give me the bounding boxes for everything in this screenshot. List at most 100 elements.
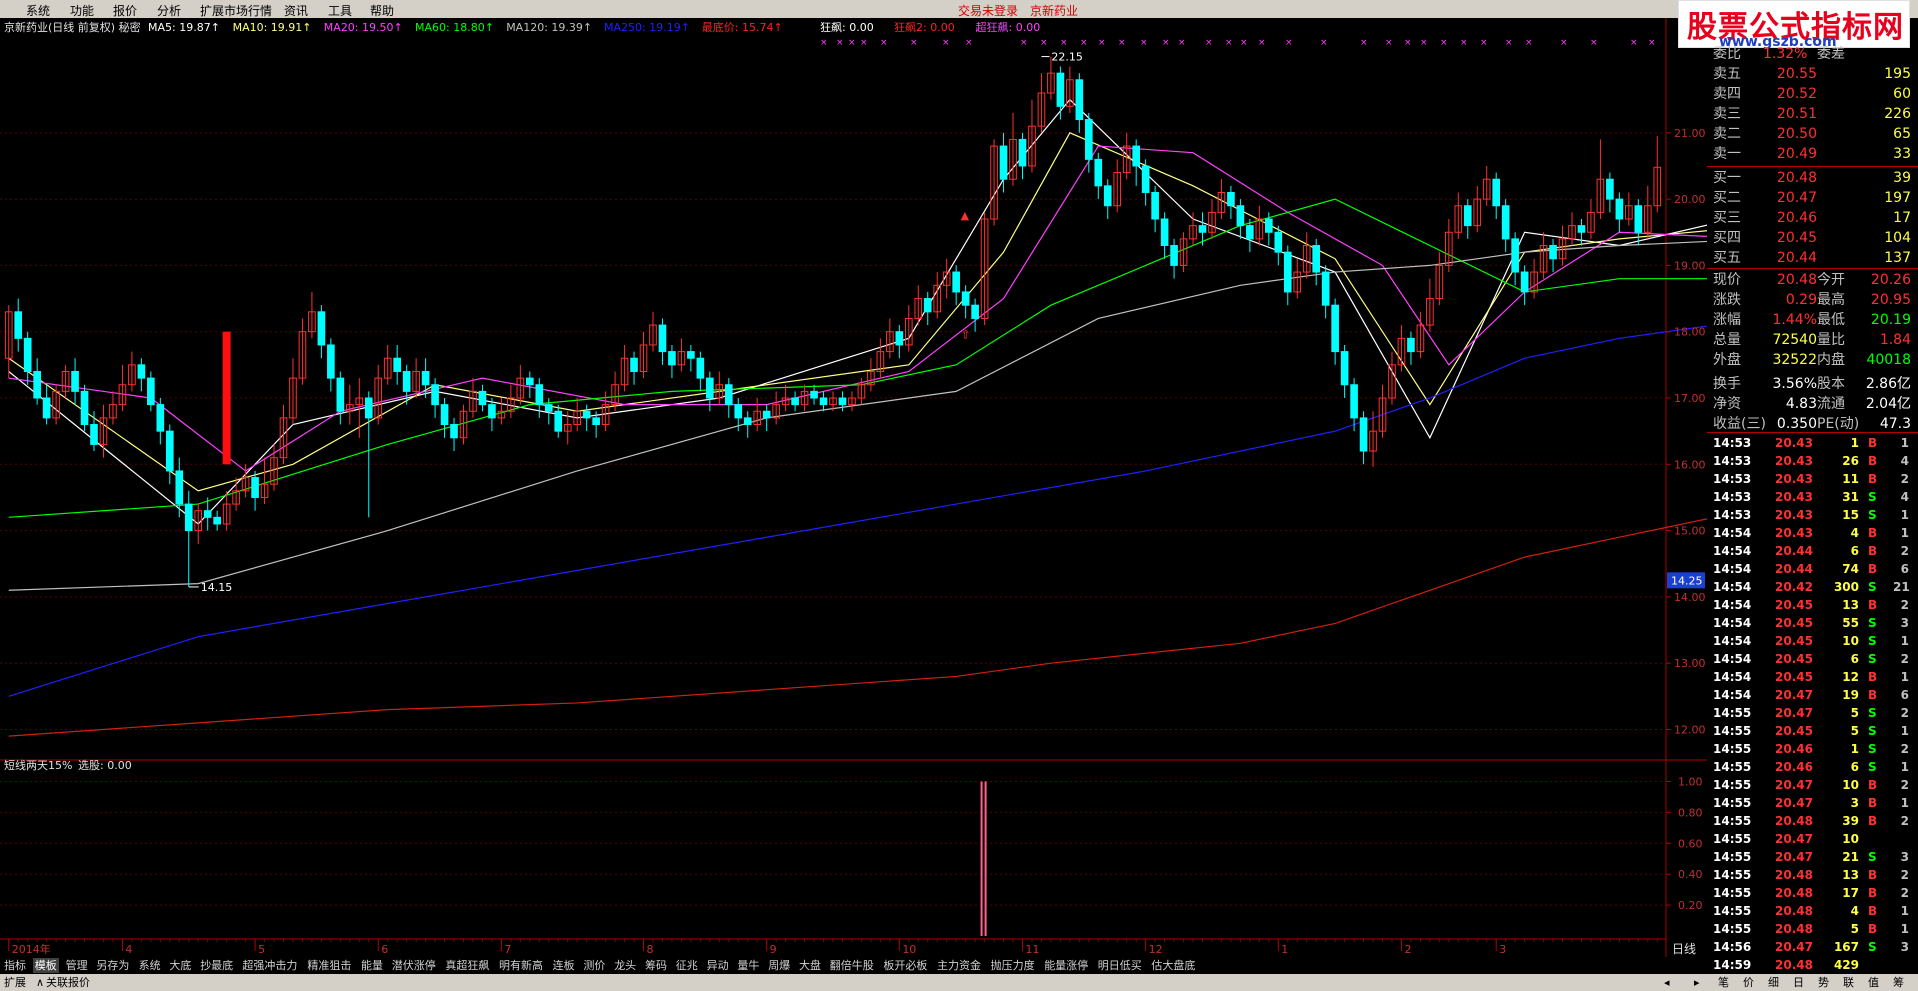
candle-body (1340, 351, 1349, 386)
candle-body (147, 377, 155, 406)
ask-vol: 33 (1893, 146, 1911, 162)
ask-label: 卖二 (1713, 126, 1741, 142)
info-tab-3[interactable]: 日 (1793, 974, 1804, 991)
formula-tab-20[interactable]: 周爆 (766, 958, 792, 973)
tick-time: 14:53 (1713, 454, 1752, 468)
formula-tab-2[interactable]: 管理 (64, 958, 90, 973)
candle-body (706, 377, 714, 399)
candles: 22.15 14.15 ⇧ ▲ (4, 51, 1662, 594)
indicator-ma10: MA10: 19.91↑ (233, 21, 312, 34)
x-tick-label: 9 (770, 943, 777, 956)
formula-tab-26[interactable]: 能量涨停 (1042, 958, 1090, 973)
quote-row: 14:53 20.43 31 S 4 (1713, 488, 1918, 506)
tick-vol: 1 (1850, 436, 1859, 450)
formula-tab-11[interactable]: 真超狂飙 (443, 958, 491, 973)
tick-time: 14:55 (1713, 724, 1752, 738)
bid-price: 20.47 (1776, 190, 1817, 206)
tick-price: 20.44 (1775, 562, 1813, 576)
signal-bar (980, 781, 983, 936)
formula-tab-13[interactable]: 连板 (551, 958, 577, 973)
status-linked-quote[interactable]: 关联报价 (46, 974, 90, 991)
info-tab-0[interactable]: 笔 (1718, 974, 1729, 991)
tick-side: S (1868, 580, 1877, 594)
formula-tab-6[interactable]: 抄最底 (198, 958, 235, 973)
x-tick-label: 2 (1404, 943, 1411, 956)
tick-price: 20.45 (1775, 616, 1813, 630)
tick-time: 14:55 (1713, 832, 1752, 846)
login-status[interactable]: 交易未登录 (958, 2, 1018, 19)
menu-analysis[interactable]: 分析 (157, 2, 181, 19)
tick-price: 20.47 (1775, 940, 1813, 954)
formula-tab-9[interactable]: 能量 (359, 958, 385, 973)
formula-tab-14[interactable]: 测价 (581, 958, 607, 973)
formula-tab-17[interactable]: 征兆 (674, 958, 700, 973)
scroll-left-icon[interactable]: ◂ (1664, 974, 1670, 991)
status-expand[interactable]: 扩展 (4, 974, 26, 991)
x-tick-label: 11 (1025, 943, 1039, 956)
quote-row: 卖一 20.49 33 (1713, 144, 1918, 164)
formula-tab-24[interactable]: 主力资金 (935, 958, 983, 973)
formula-tab-16[interactable]: 筹码 (643, 958, 669, 973)
tick-vol: 1 (1850, 742, 1859, 756)
tick-price: 20.45 (1775, 724, 1813, 738)
menu-system[interactable]: 系统 (26, 2, 50, 19)
tick-count: 2 (1900, 886, 1909, 900)
formula-tab-15[interactable]: 龙头 (612, 958, 638, 973)
tick-price: 20.48 (1775, 868, 1813, 882)
info-tab-4[interactable]: 势 (1818, 974, 1829, 991)
info-tab-6[interactable]: 值 (1868, 974, 1879, 991)
y-tick-label: 21.00 (1674, 127, 1706, 140)
formula-tab-25[interactable]: 抛压力度 (989, 958, 1037, 973)
tick-count: 4 (1900, 454, 1909, 468)
menu-extended-market[interactable]: 扩展市场行情 (200, 2, 272, 19)
formula-tab-28[interactable]: 估大盘底 (1149, 958, 1197, 973)
formula-tab-27[interactable]: 明日低买 (1096, 958, 1144, 973)
scroll-right-icon[interactable]: ▸ (1694, 974, 1700, 991)
formula-tab-22[interactable]: 翻倍牛股 (828, 958, 876, 973)
tick-count: 1 (1900, 508, 1909, 522)
menu-news[interactable]: 资讯 (284, 2, 308, 19)
signal-marker-icon: × (848, 38, 856, 48)
period-button[interactable]: 日线 (1672, 942, 1696, 956)
formula-tab-5[interactable]: 大底 (167, 958, 193, 973)
formula-tab-18[interactable]: 异动 (705, 958, 731, 973)
quote-row: 14:55 20.48 4 B 1 (1713, 902, 1918, 920)
tick-price: 20.48 (1775, 922, 1813, 936)
menu-help[interactable]: 帮助 (370, 2, 394, 19)
formula-tab-4[interactable]: 系统 (137, 958, 163, 973)
candle-body (1141, 165, 1150, 193)
ask-label: 卖五 (1713, 66, 1741, 82)
kline-chart[interactable]: 22.1514.15⇧▲ 21.0020.0019.0018.0017.0016… (0, 18, 1707, 957)
formula-tab-21[interactable]: 大盘 (797, 958, 823, 973)
tick-side: S (1868, 616, 1877, 630)
quote-panel: 委比 1.32% 委差 卖五 20.55 195 卖四 20.52 60 卖三 20.51 226 卖二… (1707, 46, 1918, 991)
candle-body (1634, 205, 1643, 233)
candle-body (1331, 304, 1339, 353)
formula-tab-8[interactable]: 精准狙击 (305, 958, 353, 973)
high-marker: 22.15 (1051, 51, 1083, 64)
formula-tab-19[interactable]: 量牛 (735, 958, 761, 973)
menu-function[interactable]: 功能 (70, 2, 94, 19)
formula-tab-0[interactable]: 指标 (2, 958, 28, 973)
formula-tab-10[interactable]: 潜伏涨停 (390, 958, 438, 973)
info-tab-2[interactable]: 细 (1768, 974, 1779, 991)
candle-body (1265, 218, 1273, 233)
menu-quote[interactable]: 报价 (113, 2, 137, 19)
tick-vol: 13 (1842, 868, 1859, 882)
quote-row: 14:53 20.43 26 B 4 (1713, 452, 1918, 470)
formula-tab-7[interactable]: 超强冲击力 (240, 958, 299, 973)
menu-tools[interactable]: 工具 (328, 2, 352, 19)
formula-tab-23[interactable]: 板开必板 (881, 958, 929, 973)
formula-tab-1[interactable]: 模板 (32, 958, 59, 973)
formula-tabs: 指标 模板 管理 另存为 系统 大底 抄最底 超强冲击力 精准狙击 能量 潜伏涨停 真超狂飙 明有新高连… (0, 957, 1707, 974)
info-tab-5[interactable]: 联 (1843, 974, 1854, 991)
info-tab-7[interactable]: 筹 (1893, 974, 1904, 991)
info-tab-1[interactable]: 价 (1743, 974, 1754, 991)
formula-tab-3[interactable]: 另存为 (94, 958, 131, 973)
tick-price: 20.47 (1775, 688, 1813, 702)
tick-count: 1 (1900, 670, 1909, 684)
bid-label: 买四 (1713, 230, 1741, 246)
formula-tab-12[interactable]: 明有新高 (497, 958, 545, 973)
stat-label: 总量 (1713, 332, 1741, 348)
quote-row: 卖三 20.51 226 (1713, 104, 1918, 124)
